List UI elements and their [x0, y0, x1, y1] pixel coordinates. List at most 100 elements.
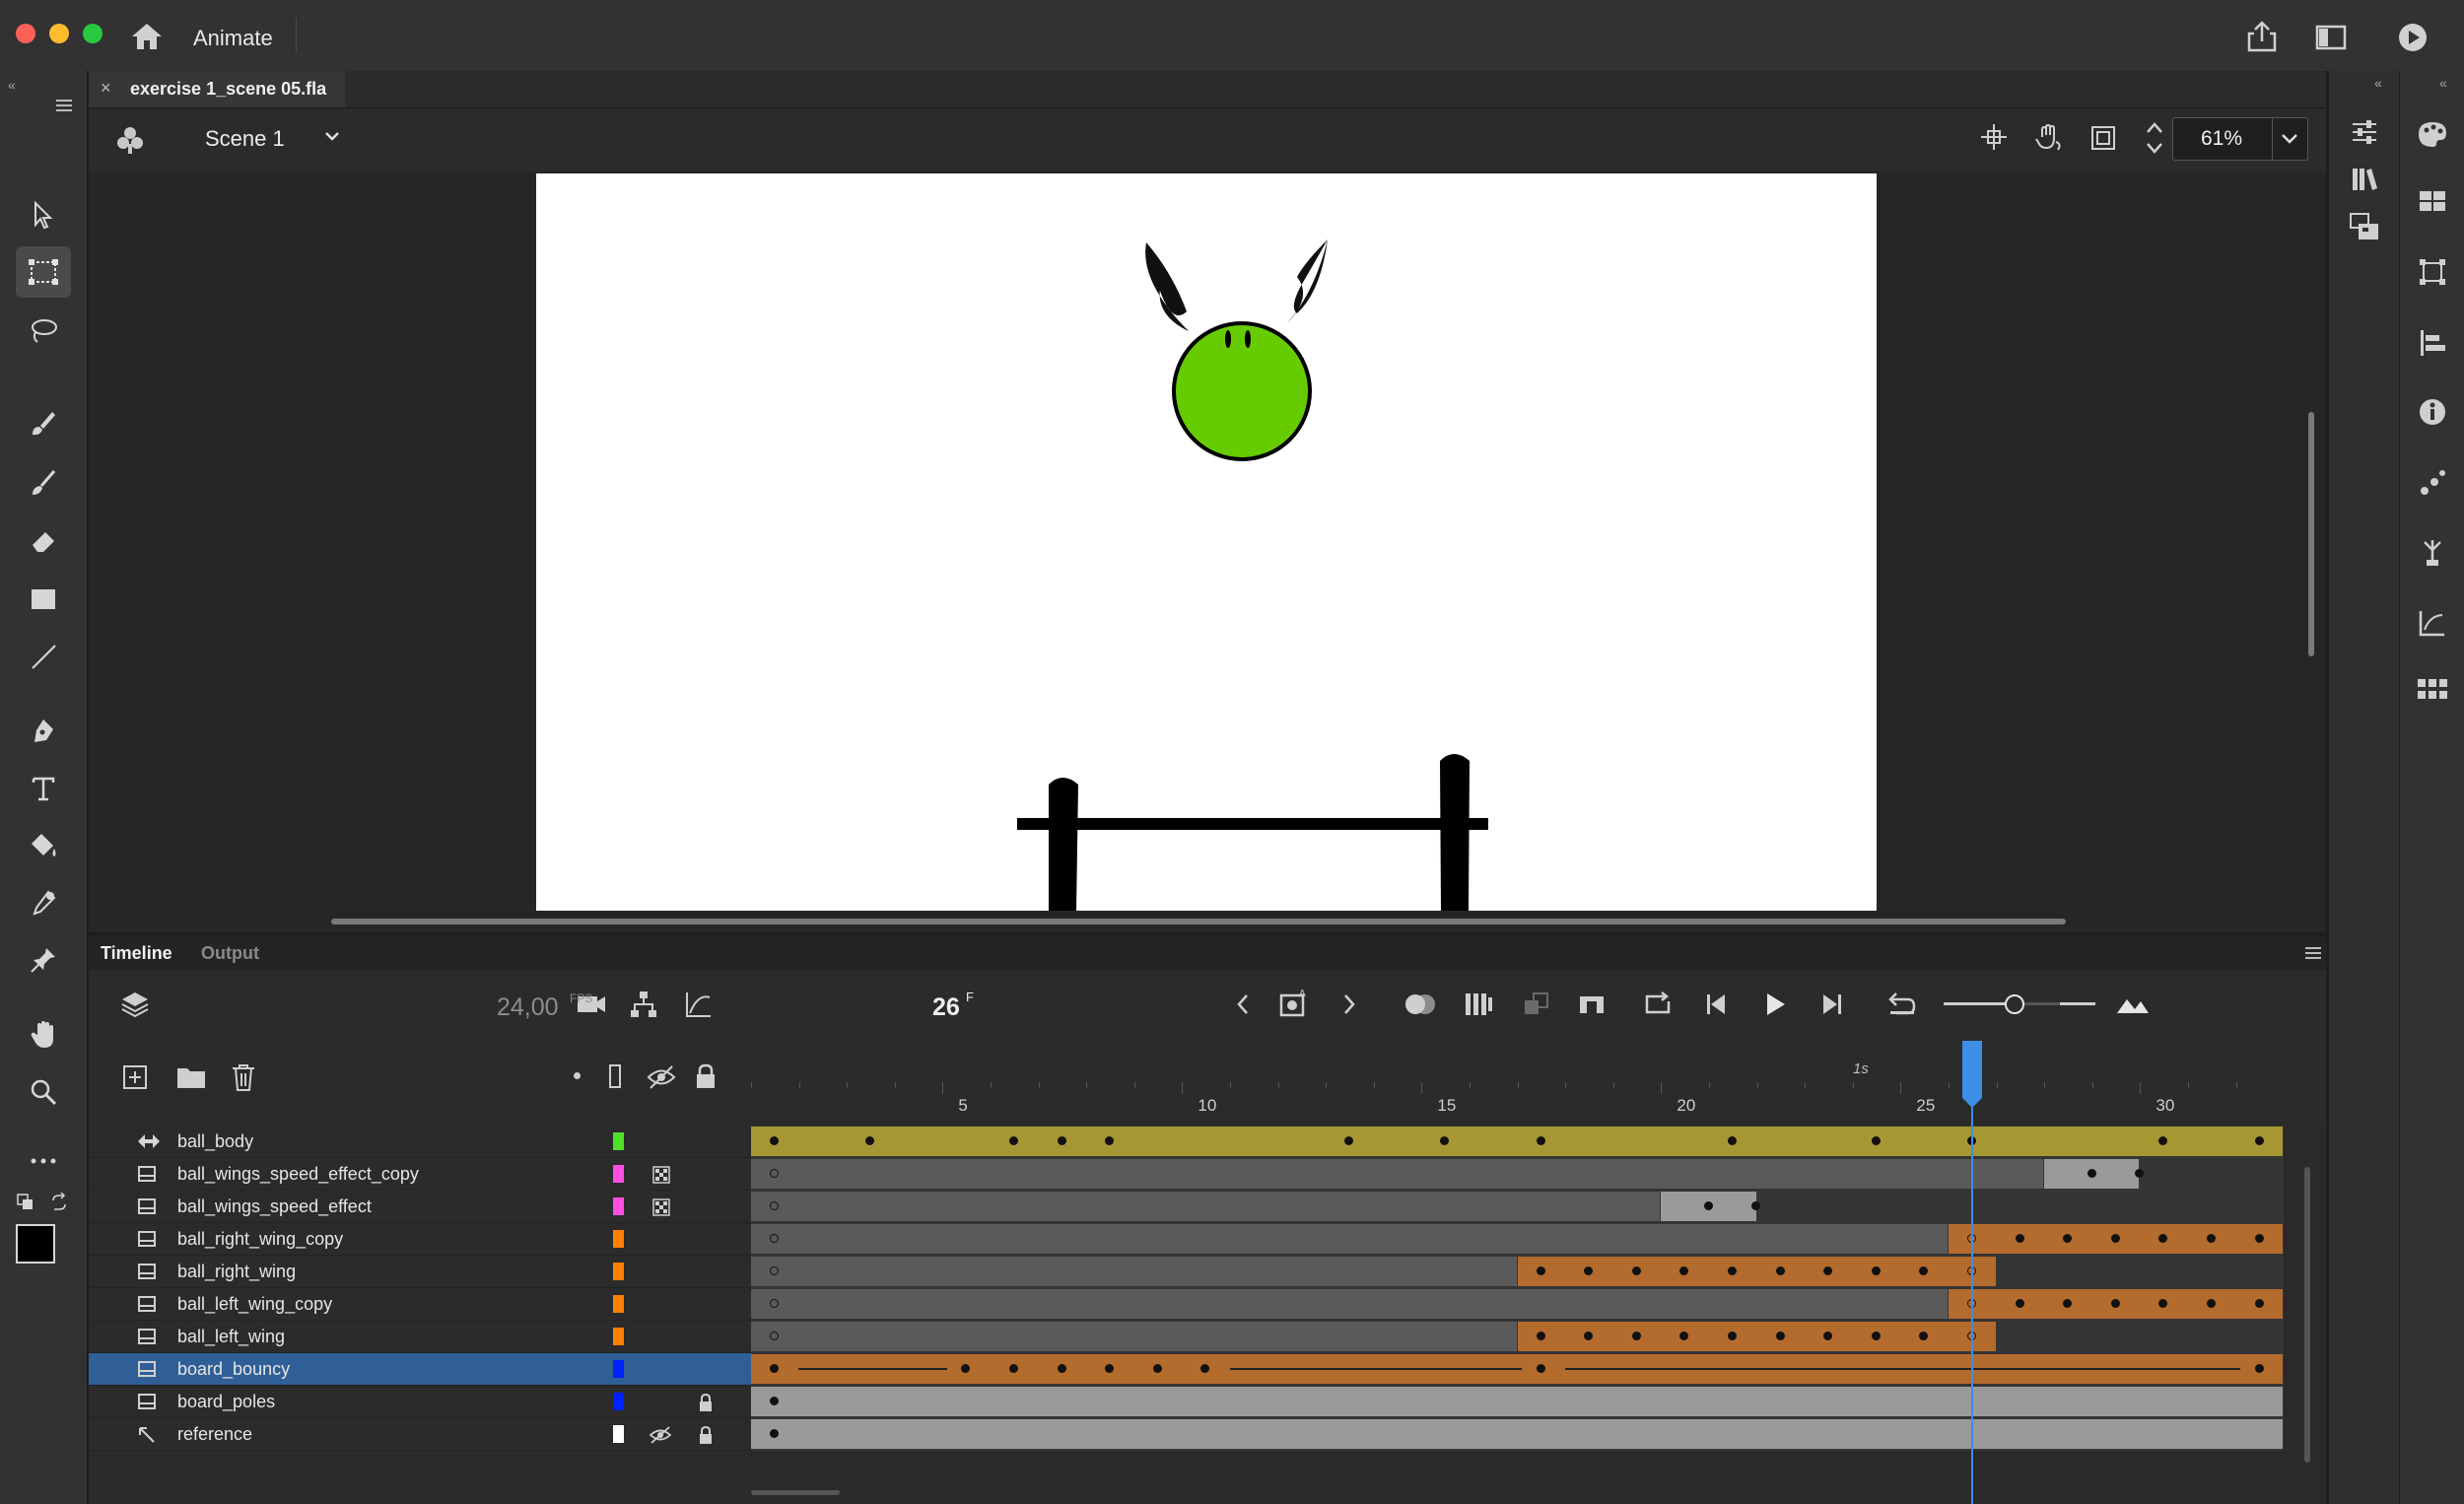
keyframe-dot[interactable] [2254, 1364, 2264, 1373]
layer-color-chip[interactable] [613, 1295, 624, 1313]
keyframe-dot[interactable] [2015, 1234, 2024, 1243]
swatches-icon[interactable] [2413, 181, 2452, 221]
layer-name[interactable]: board_poles [177, 1392, 275, 1412]
keyframe-dot[interactable] [1728, 1266, 1737, 1275]
keyframe-dot[interactable] [2110, 1299, 2120, 1308]
rectangle-tool-icon[interactable] [16, 574, 71, 625]
layer-row[interactable]: reference [89, 1418, 751, 1451]
center-stage-icon[interactable] [1979, 122, 2009, 152]
layer-name[interactable]: board_bouncy [177, 1359, 290, 1380]
keyframe-dot[interactable] [770, 1397, 779, 1405]
keyframe-dot[interactable] [1536, 1364, 1545, 1373]
timeline-horizontal-scrollbar[interactable] [751, 1490, 840, 1495]
keyframe-dot[interactable] [2110, 1234, 2120, 1243]
layer-color-chip[interactable] [613, 1263, 624, 1280]
keyframe-dot[interactable] [2015, 1299, 2024, 1308]
lock-icon[interactable] [698, 1393, 714, 1412]
new-folder-icon[interactable] [175, 1064, 207, 1090]
layer-color-chip[interactable] [613, 1425, 624, 1443]
expand-panels-icon[interactable]: « [2439, 75, 2447, 91]
keyframe-dot[interactable] [1775, 1266, 1785, 1275]
frame-row[interactable] [751, 1126, 2285, 1158]
layer-row[interactable]: ball_left_wing_copy [89, 1288, 751, 1321]
frame-row[interactable] [751, 1158, 2285, 1191]
keyframe-dot[interactable] [1536, 1136, 1545, 1145]
outline-layers-icon[interactable] [609, 1064, 621, 1088]
collapse-panel-icon[interactable]: « [8, 77, 16, 93]
insert-keyframe-icon[interactable]: A [1279, 988, 1309, 1019]
onion-skin-icon[interactable] [1403, 990, 1437, 1019]
layer-row[interactable]: ball_body [89, 1126, 751, 1158]
empty-keyframe-dot[interactable] [770, 1332, 779, 1340]
default-colors-icon[interactable] [16, 1193, 35, 1212]
vertical-scrollbar[interactable] [2308, 412, 2314, 656]
loop-icon[interactable] [1642, 990, 1674, 1019]
keyframe-dot[interactable] [1703, 1201, 1713, 1210]
keyframe-dot[interactable] [2207, 1299, 2216, 1308]
frame-row[interactable] [751, 1256, 2285, 1288]
layer-color-chip[interactable] [613, 1328, 624, 1345]
frame-span[interactable] [751, 1192, 1661, 1221]
timeline-vertical-scrollbar[interactable] [2304, 1167, 2310, 1463]
zoom-stepper-icon[interactable] [2145, 118, 2164, 158]
edit-multiple-frames-icon[interactable] [1463, 990, 1494, 1019]
keyframe-dot[interactable] [1631, 1332, 1641, 1340]
keyframe-dot[interactable] [1057, 1364, 1066, 1373]
text-tool-icon[interactable] [16, 763, 71, 814]
info-panel-icon[interactable] [2413, 392, 2452, 432]
keyframe-dot[interactable] [1057, 1136, 1066, 1145]
checkered-mask-icon[interactable] [652, 1198, 670, 1216]
keyframe-dot[interactable] [1009, 1364, 1018, 1373]
empty-keyframe-dot[interactable] [770, 1201, 779, 1210]
properties-icon[interactable] [2345, 112, 2384, 152]
pin-tool-icon[interactable] [16, 934, 71, 986]
current-frame[interactable]: 26 [932, 993, 960, 1022]
layer-row[interactable]: ball_wings_speed_effect [89, 1191, 751, 1223]
layer-name[interactable]: ball_right_wing [177, 1262, 296, 1282]
keyframe-dot[interactable] [2087, 1169, 2096, 1178]
new-layer-icon[interactable] [122, 1064, 148, 1090]
keyframe-dot[interactable] [2207, 1234, 2216, 1243]
layer-name[interactable]: ball_left_wing_copy [177, 1294, 332, 1315]
minimize-window-button[interactable] [49, 24, 69, 43]
close-window-button[interactable] [16, 24, 35, 43]
eraser-tool-icon[interactable] [16, 514, 71, 566]
keyframe-dot[interactable] [1728, 1332, 1737, 1340]
lasso-tool-icon[interactable] [16, 306, 71, 357]
keyframe-dot[interactable] [1751, 1201, 1761, 1210]
zoom-field[interactable]: 61% [2172, 117, 2308, 161]
layer-color-chip[interactable] [613, 1197, 624, 1215]
empty-keyframe-dot[interactable] [770, 1266, 779, 1275]
empty-keyframe-dot[interactable] [770, 1234, 779, 1243]
selection-tool-icon[interactable] [16, 189, 71, 240]
align-panel-icon[interactable] [2413, 323, 2452, 363]
step-back-icon[interactable] [1703, 990, 1733, 1019]
keyframe-dot[interactable] [1536, 1266, 1545, 1275]
frame-span[interactable] [751, 1387, 2284, 1416]
frame-row[interactable] [751, 1353, 2285, 1386]
keyframe-dot[interactable] [1871, 1136, 1881, 1145]
keyframe-dot[interactable] [2254, 1136, 2264, 1145]
paint-bucket-tool-icon[interactable] [16, 820, 71, 871]
keyframe-dot[interactable] [1871, 1266, 1881, 1275]
keyframe-dot[interactable] [770, 1364, 779, 1373]
frame-span[interactable] [751, 1289, 1948, 1319]
next-keyframe-icon[interactable] [1338, 990, 1360, 1019]
color-panel-icon[interactable] [2413, 114, 2452, 154]
keyframe-dot[interactable] [2135, 1169, 2145, 1178]
line-tool-icon[interactable] [16, 631, 71, 682]
frame-span[interactable] [751, 1127, 2284, 1156]
frame-row[interactable] [751, 1386, 2285, 1418]
horizontal-scrollbar[interactable] [331, 919, 2066, 924]
rotate-stage-icon[interactable] [2032, 122, 2064, 154]
timeline-menu-icon[interactable] [2304, 946, 2322, 960]
empty-keyframe-dot[interactable] [770, 1169, 779, 1178]
stage-canvas[interactable] [536, 173, 1877, 911]
playhead[interactable] [1960, 1039, 1984, 1504]
lock-all-layers-icon[interactable] [694, 1062, 718, 1090]
document-tab[interactable]: × exercise 1_scene 05.fla [89, 71, 345, 107]
zoom-tool-icon[interactable] [16, 1066, 71, 1118]
step-forward-icon[interactable] [1815, 990, 1845, 1019]
frame-span[interactable] [751, 1322, 1517, 1351]
frame-row[interactable] [751, 1418, 2285, 1451]
